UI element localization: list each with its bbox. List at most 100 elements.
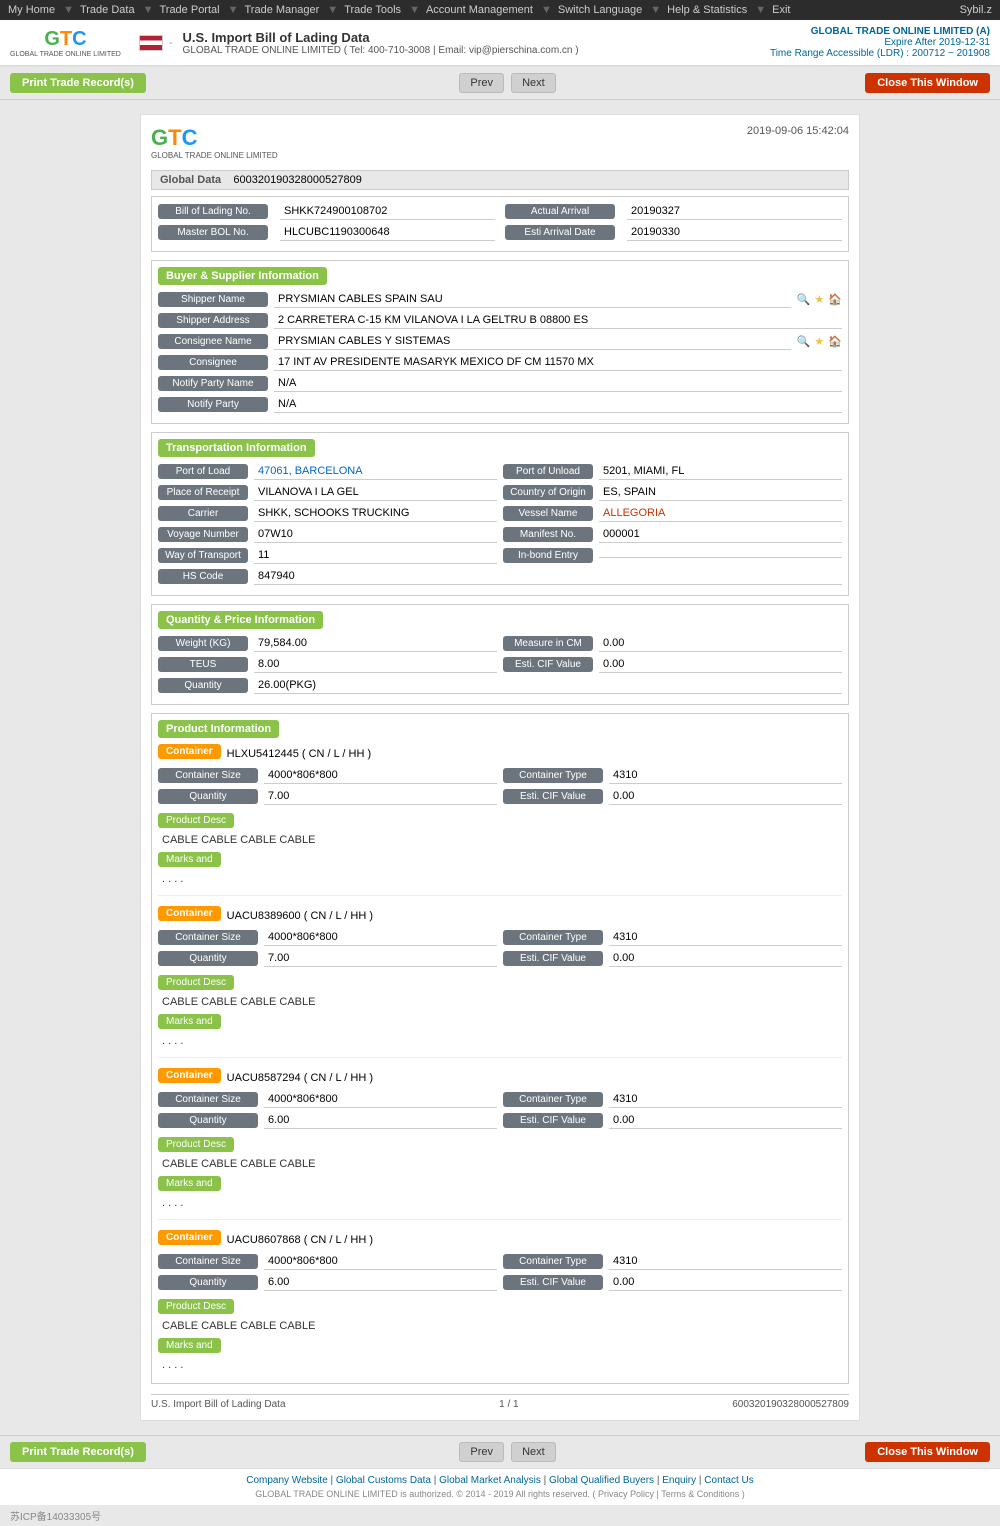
weight-label: Weight (KG): [158, 636, 248, 651]
product-qty-col-2: Quantity 6.00: [158, 1112, 497, 1129]
product-cif-value-2: 0.00: [609, 1112, 842, 1129]
footer-link-customs[interactable]: Global Customs Data: [336, 1475, 431, 1486]
shipper-name-value: PRYSMIAN CABLES SPAIN SAU: [274, 291, 791, 308]
logo-subtitle: GLOBAL TRADE ONLINE LIMITED: [10, 51, 121, 58]
way-of-transport-col: Way of Transport 11: [158, 547, 497, 564]
esti-arrival-label: Esti Arrival Date: [505, 225, 615, 240]
transport-row5: Way of Transport 11 In-bond Entry: [158, 547, 842, 564]
product-cif-label-2: Esti. CIF Value: [503, 1113, 603, 1128]
header-subtitle: GLOBAL TRADE ONLINE LIMITED ( Tel: 400-7…: [183, 45, 579, 56]
nav-tradetools[interactable]: Trade Tools: [344, 4, 401, 16]
hs-code-value: 847940: [254, 568, 842, 585]
container-type-label-3: Container Type: [503, 1254, 603, 1269]
footer-link-contact[interactable]: Contact Us: [704, 1475, 753, 1486]
shipper-name-label: Shipper Name: [158, 292, 268, 307]
shipper-star-icon[interactable]: ★: [814, 293, 824, 306]
carrier-value: SHKK, SCHOOKS TRUCKING: [254, 505, 497, 522]
product-qty-row-2: Quantity 6.00 Esti. CIF Value 0.00: [158, 1112, 842, 1129]
product-item-0: Container HLXU5412445 ( CN / L / HH ) Co…: [158, 744, 842, 896]
beian-info: 苏ICP备14033305号: [0, 1505, 1000, 1526]
print-button-bottom[interactable]: Print Trade Record(s): [10, 1442, 146, 1462]
consignee-label: Consignee: [158, 355, 268, 370]
footer-link-market[interactable]: Global Market Analysis: [439, 1475, 541, 1486]
esti-cif-col: Esti. CIF Value 0.00: [503, 656, 842, 673]
product-desc-btn-2: Product Desc: [158, 1133, 842, 1156]
actual-arrival-label: Actual Arrival: [505, 204, 615, 219]
doc-logo-sub: GLOBAL TRADE ONLINE LIMITED: [151, 151, 278, 160]
container-type-value-2: 4310: [609, 1091, 842, 1108]
close-button-bottom[interactable]: Close This Window: [865, 1442, 990, 1462]
shipper-search-icon[interactable]: 🔍: [797, 293, 811, 306]
container-type-label-0: Container Type: [503, 768, 603, 783]
actual-arrival-value: 20190327: [627, 203, 842, 220]
container-row-1: Container UACU8389600 ( CN / L / HH ): [158, 906, 842, 925]
nav-accountmgmt[interactable]: Account Management: [426, 4, 533, 16]
product-cif-col-1: Esti. CIF Value 0.00: [503, 950, 842, 967]
marks-text-2: . . . .: [158, 1195, 842, 1211]
nav-trademanager[interactable]: Trade Manager: [244, 4, 319, 16]
container-row-3: Container UACU8607868 ( CN / L / HH ): [158, 1230, 842, 1249]
consignee-value: 17 INT AV PRESIDENTE MASARYK MEXICO DF C…: [274, 354, 842, 371]
doc-footer: U.S. Import Bill of Lading Data 1 / 1 60…: [151, 1394, 849, 1410]
hs-code-label: HS Code: [158, 569, 248, 584]
container-type-value-0: 4310: [609, 767, 842, 784]
product-qty-row-0: Quantity 7.00 Esti. CIF Value 0.00: [158, 788, 842, 805]
product-item-3: Container UACU8607868 ( CN / L / HH ) Co…: [158, 1230, 842, 1373]
port-of-load-value: 47061, BARCELONA: [254, 463, 497, 480]
page-header: GTC GLOBAL TRADE ONLINE LIMITED - U.S. I…: [0, 20, 1000, 67]
product-item-1: Container UACU8389600 ( CN / L / HH ) Co…: [158, 906, 842, 1058]
port-of-unload-value: 5201, MIAMI, FL: [599, 463, 842, 480]
consignee-name-label: Consignee Name: [158, 334, 268, 349]
prev-button-bottom[interactable]: Prev: [459, 1442, 504, 1462]
container-size-row-3: Container Size 4000*806*800 Container Ty…: [158, 1253, 842, 1270]
top-action-bar: Print Trade Record(s) Prev Next Close Th…: [0, 67, 1000, 100]
nav-myhome[interactable]: My Home: [8, 4, 55, 16]
product-qty-row-3: Quantity 6.00 Esti. CIF Value 0.00: [158, 1274, 842, 1291]
container-size-label-2: Container Size: [158, 1092, 258, 1107]
weight-value: 79,584.00: [254, 635, 497, 652]
nav-tradeportal[interactable]: Trade Portal: [159, 4, 219, 16]
voyage-col: Voyage Number 07W10: [158, 526, 497, 543]
nav-switchlang[interactable]: Switch Language: [558, 4, 642, 16]
next-button-bottom[interactable]: Next: [511, 1442, 556, 1462]
nav-helpstats[interactable]: Help & Statistics: [667, 4, 747, 16]
container-row-0: Container HLXU5412445 ( CN / L / HH ): [158, 744, 842, 763]
shipper-home-icon[interactable]: 🏠: [828, 293, 842, 306]
manifest-label: Manifest No.: [503, 527, 593, 542]
footer-link-company[interactable]: Company Website: [246, 1475, 328, 1486]
consignee-search-icon[interactable]: 🔍: [797, 335, 811, 348]
notify-party-name-label: Notify Party Name: [158, 376, 268, 391]
consignee-star-icon[interactable]: ★: [814, 335, 824, 348]
footer-link-buyers[interactable]: Global Qualified Buyers: [549, 1475, 654, 1486]
voyage-value: 07W10: [254, 526, 497, 543]
marks-text-1: . . . .: [158, 1033, 842, 1049]
nav-tradedata[interactable]: Trade Data: [80, 4, 135, 16]
marks-label-2: Marks and: [158, 1176, 221, 1191]
next-button-top[interactable]: Next: [511, 73, 556, 93]
buyer-supplier-header: Buyer & Supplier Information: [158, 267, 327, 285]
place-of-receipt-value: VILANOVA I LA GEL: [254, 484, 497, 501]
container-size-label-3: Container Size: [158, 1254, 258, 1269]
port-of-load-col: Port of Load 47061, BARCELONA: [158, 463, 497, 480]
product-section: Product Information Container HLXU541244…: [151, 713, 849, 1384]
product-cif-label-1: Esti. CIF Value: [503, 951, 603, 966]
container-size-row-2: Container Size 4000*806*800 Container Ty…: [158, 1091, 842, 1108]
nav-exit[interactable]: Exit: [772, 4, 790, 16]
prev-button-top[interactable]: Prev: [459, 73, 504, 93]
product-desc-label-1: Product Desc: [158, 975, 234, 990]
page-footer: Company Website | Global Customs Data | …: [0, 1468, 1000, 1505]
main-document: GTC GLOBAL TRADE ONLINE LIMITED 2019-09-…: [140, 114, 860, 1421]
transportation-section: Transportation Information Port of Load …: [151, 432, 849, 596]
close-button-top[interactable]: Close This Window: [865, 73, 990, 93]
master-bol-value: HLCUBC1190300648: [280, 224, 495, 241]
transport-row4: Voyage Number 07W10 Manifest No. 000001: [158, 526, 842, 543]
carrier-label: Carrier: [158, 506, 248, 521]
container-size-label-1: Container Size: [158, 930, 258, 945]
consignee-home-icon[interactable]: 🏠: [828, 335, 842, 348]
product-qty-value-0: 7.00: [264, 788, 497, 805]
doc-footer-right: 600320190328000527809: [732, 1399, 849, 1410]
voyage-label: Voyage Number: [158, 527, 248, 542]
notify-party-row: Notify Party N/A: [158, 396, 842, 413]
print-button-top[interactable]: Print Trade Record(s): [10, 73, 146, 93]
footer-link-enquiry[interactable]: Enquiry: [662, 1475, 696, 1486]
